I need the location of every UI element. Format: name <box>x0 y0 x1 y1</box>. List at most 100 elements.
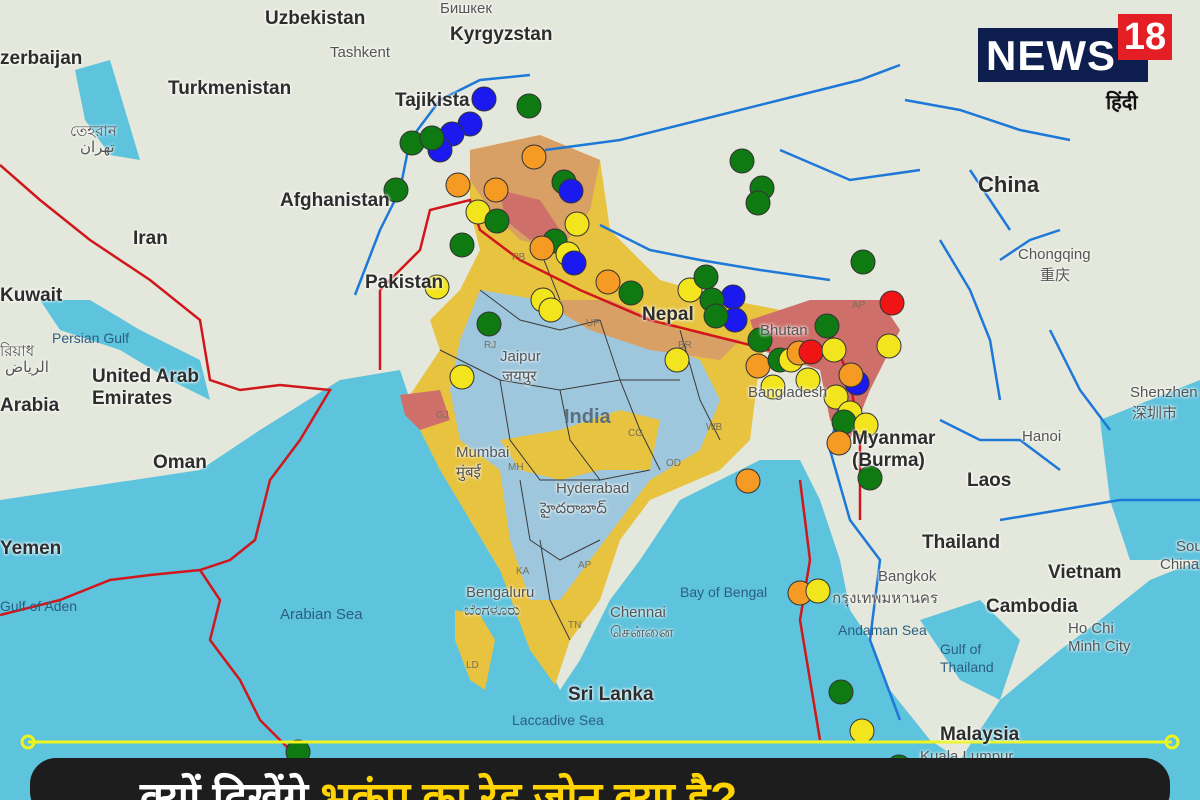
state-code: WB <box>706 422 723 433</box>
label-oman: Oman <box>153 452 207 473</box>
earthquake-marker-green <box>828 679 854 705</box>
state-code: BR <box>678 340 692 351</box>
earthquake-marker-green <box>484 208 510 234</box>
earthquake-marker-blue <box>471 86 497 112</box>
label-gulf-aden: Gulf of Aden <box>0 598 78 614</box>
earthquake-marker-red <box>798 339 824 365</box>
earthquake-marker-orange <box>595 269 621 295</box>
state-code: KA <box>516 566 530 577</box>
earthquake-marker-green <box>745 190 771 216</box>
label-chongqing-zh: 重庆 <box>1040 267 1071 284</box>
headline-text: क्यों दिखेंगे भूकंप का रेड जोन क्या है? <box>140 766 737 800</box>
label-sou: Sou <box>1176 538 1200 555</box>
label-gulf-thailand: Gulf of Thailand <box>940 641 994 675</box>
label-yemen: Yemen <box>0 538 62 559</box>
label-turkmenistan: Turkmenistan <box>168 78 292 99</box>
label-uzbekistan: Uzbekistan <box>265 8 366 29</box>
earthquake-marker-yellow <box>449 364 475 390</box>
earthquake-marker-green <box>449 232 475 258</box>
label-jaipur-hi: जयपुर <box>502 368 537 385</box>
label-arabian-sea: Arabian Sea <box>280 606 363 623</box>
label-uae: United Arab Emirates <box>92 366 199 409</box>
earthquake-marker-yellow <box>805 578 831 604</box>
earthquake-marker-orange <box>521 144 547 170</box>
headline-part-2: भूकंप का रेड जोन क्या है? <box>320 774 738 800</box>
state-code: PB <box>512 252 526 263</box>
label-pakistan: Pakistan <box>365 272 444 293</box>
label-azerbaijan: zerbaijan <box>0 48 83 69</box>
earthquake-marker-yellow <box>664 347 690 373</box>
label-laos: Laos <box>967 470 1012 491</box>
state-code: CG <box>628 428 643 439</box>
label-bangkok-th: กรุงเทพมหานคร <box>832 590 938 607</box>
label-shenzhen-zh: 深圳市 <box>1132 405 1178 422</box>
label-vietnam: Vietnam <box>1048 562 1122 583</box>
label-chennai-ta: சென்னை <box>610 624 674 641</box>
logo-hindi: हिंदी <box>1106 92 1138 114</box>
earthquake-marker-orange <box>838 362 864 388</box>
earthquake-marker-orange <box>735 468 761 494</box>
label-kuwait: Kuwait <box>0 285 63 306</box>
earthquake-marker-orange <box>826 430 852 456</box>
label-tehran-fa: تهران <box>80 139 115 156</box>
earthquake-marker-green <box>476 311 502 337</box>
state-code: GJ <box>436 410 449 421</box>
label-bangladesh: Bangladesh <box>748 384 828 401</box>
label-malaysia: Malaysia <box>940 724 1020 745</box>
label-persian-gulf: Persian Gulf <box>52 330 130 346</box>
earthquake-marker-green <box>703 303 729 329</box>
earthquake-marker-green <box>419 125 445 151</box>
earthquake-marker-green <box>516 93 542 119</box>
earthquake-marker-green <box>618 280 644 306</box>
headline-banner: क्यों दिखेंगे भूकंप का रेड जोन क्या है? <box>30 758 1170 800</box>
earthquake-marker-green <box>814 313 840 339</box>
state-code: TN <box>568 620 582 631</box>
earthquake-marker-red <box>879 290 905 316</box>
earthquake-marker-yellow <box>564 211 590 237</box>
state-code: AP <box>852 300 866 311</box>
label-kyrgyzstan: Kyrgyzstan <box>450 24 553 45</box>
label-nepal: Nepal <box>642 304 694 325</box>
label-afghanistan: Afghanistan <box>280 190 390 211</box>
label-arabia: Arabia <box>0 395 60 416</box>
label-andaman-sea: Andaman Sea <box>838 622 927 638</box>
state-code: RJ <box>484 340 497 351</box>
label-cambodia: Cambodia <box>986 596 1078 617</box>
label-hyderabad-te: హైదరాబాద్ <box>540 500 607 517</box>
state-code: UP <box>586 318 600 329</box>
earthquake-marker-orange <box>445 172 471 198</box>
logo-news-text: NEWS <box>986 32 1116 79</box>
label-laccadive: Laccadive Sea <box>512 712 604 728</box>
label-bangkok: Bangkok <box>878 568 937 585</box>
label-hcm: Ho Chi Minh City <box>1068 620 1131 655</box>
map-stage: Uzbekistan Бишкек Kyrgyzstan Tashkent ze… <box>0 0 1200 800</box>
news18-logo: NEWS 18 हिंदी <box>978 14 1190 118</box>
label-riyadh-ar: الرياض <box>5 359 49 376</box>
state-code: OD <box>666 458 681 469</box>
label-sri-lanka: Sri Lanka <box>568 684 654 705</box>
label-chennai: Chennai <box>610 604 666 621</box>
earthquake-marker-blue <box>720 284 746 310</box>
earthquake-marker-green <box>729 148 755 174</box>
earthquake-marker-blue <box>558 178 584 204</box>
label-bengaluru: Bengaluru <box>466 584 535 601</box>
label-bishkek: Бишкек <box>440 0 492 17</box>
state-code: AP <box>578 560 592 571</box>
label-india: India <box>564 406 611 428</box>
label-mumbai: Mumbai <box>456 444 510 461</box>
label-bay-bengal: Bay of Bengal <box>680 584 768 600</box>
logo-number: 18 <box>1118 14 1172 60</box>
label-mumbai-hi: मुंबई <box>456 464 481 481</box>
label-tashkent: Tashkent <box>330 44 391 61</box>
state-code: LD <box>466 660 479 671</box>
earthquake-marker-yellow <box>849 718 875 744</box>
label-jaipur: Jaipur <box>500 348 541 365</box>
earthquake-marker-orange <box>529 235 555 261</box>
earthquake-marker-yellow <box>876 333 902 359</box>
label-china-2: China <box>1160 556 1200 573</box>
label-bhutan: Bhutan <box>760 322 808 339</box>
label-iran: Iran <box>133 228 168 249</box>
label-thailand: Thailand <box>922 532 1001 553</box>
label-china: China <box>978 172 1040 197</box>
label-shenzhen: Shenzhen <box>1130 384 1198 401</box>
